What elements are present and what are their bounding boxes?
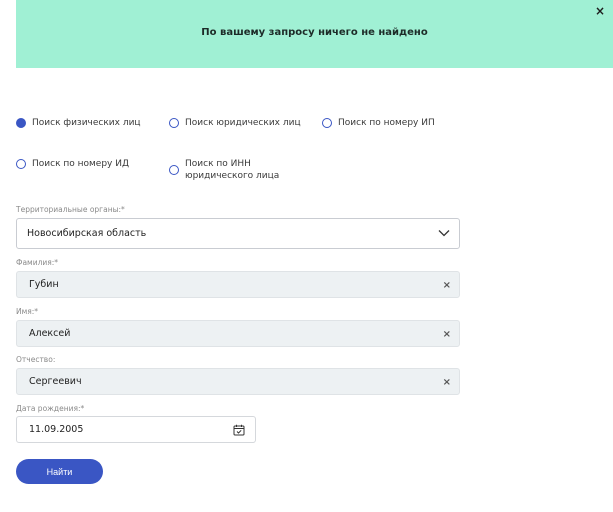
radio-label: Поиск физических лиц [32, 118, 141, 128]
name-field[interactable]: Алексей × [16, 320, 460, 347]
patronymic-value: Сергеевич [29, 376, 82, 387]
radio-ip-number[interactable]: Поиск по номеру ИП [322, 117, 435, 129]
close-icon[interactable]: × [595, 4, 605, 18]
region-select[interactable]: Новосибирская область [16, 218, 460, 249]
birthdate-label: Дата рождения:* [16, 404, 85, 413]
radio-button[interactable] [169, 118, 179, 128]
name-label: Имя:* [16, 307, 39, 316]
birthdate-value: 11.09.2005 [29, 424, 84, 435]
clear-icon[interactable]: × [443, 329, 451, 341]
radio-label: Поиск по номеру ИП [338, 118, 435, 128]
patronymic-label: Отчество: [16, 355, 56, 364]
radio-button[interactable] [169, 165, 179, 175]
radio-label: Поиск по ИНН юридического лица [185, 159, 280, 181]
radio-physical-persons[interactable]: Поиск физических лиц [16, 117, 141, 129]
surname-value: Губин [29, 279, 59, 290]
calendar-icon[interactable] [233, 424, 245, 436]
radio-id-number[interactable]: Поиск по номеру ИД [16, 158, 129, 170]
radio-button[interactable] [322, 118, 332, 128]
radio-label: Поиск юридических лиц [185, 118, 301, 128]
notification-banner: По вашему запросу ничего не найдено [16, 0, 613, 68]
find-button[interactable]: Найти [16, 459, 103, 484]
radio-button[interactable] [16, 159, 26, 169]
clear-icon[interactable]: × [443, 377, 451, 389]
chevron-down-icon[interactable] [437, 226, 451, 240]
birthdate-field[interactable]: 11.09.2005 [16, 416, 256, 443]
region-label: Территориальные органы:* [16, 205, 125, 214]
surname-field[interactable]: Губин × [16, 271, 460, 298]
radio-legal-entities[interactable]: Поиск юридических лиц [169, 117, 301, 129]
banner-message: По вашему запросу ничего не найдено [201, 27, 428, 38]
radio-inn-legal[interactable]: Поиск по ИНН юридического лица [169, 158, 289, 182]
clear-icon[interactable]: × [443, 280, 451, 292]
radio-button-checked[interactable] [16, 118, 26, 128]
radio-label: Поиск по номеру ИД [32, 159, 130, 169]
patronymic-field[interactable]: Сергеевич × [16, 368, 460, 395]
name-value: Алексей [29, 328, 71, 339]
surname-label: Фамилия:* [16, 258, 59, 267]
region-select-value: Новосибирская область [27, 228, 147, 239]
